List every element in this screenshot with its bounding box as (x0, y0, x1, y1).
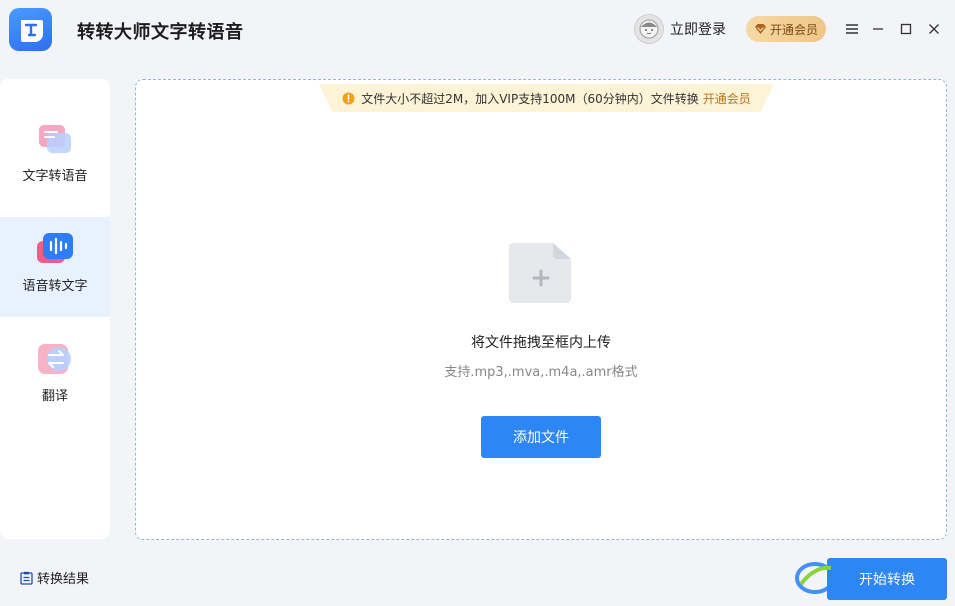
upload-drop-zone[interactable]: 文件大小不超过2M，加入VIP支持100M（60分钟内）文件转换 开通会员 将文… (135, 79, 947, 540)
size-notice: 文件大小不超过2M，加入VIP支持100M（60分钟内）文件转换 开通会员 (319, 84, 774, 112)
vip-label: 开通会员 (769, 22, 818, 37)
sidebar-item-speech-to-text[interactable]: 语音转文字 (0, 217, 110, 317)
sidebar-item-label: 文字转语音 (22, 169, 88, 184)
user-face-icon (639, 19, 659, 39)
supported-formats: 支持.mp3,.mva,.m4a,.amr格式 (444, 365, 638, 380)
conversion-results-label: 转换结果 (37, 572, 90, 587)
add-file-icon (509, 243, 571, 303)
clipboard-icon (20, 571, 33, 585)
sidebar-item-label: 翻译 (41, 389, 68, 404)
maximize-icon[interactable] (895, 18, 917, 40)
speech-to-text-icon (37, 233, 73, 263)
login-button[interactable]: 立即登录 (634, 14, 726, 44)
text-to-speech-icon (39, 125, 71, 153)
translate-icon (38, 344, 71, 374)
app-title: 转转大师文字转语音 (77, 22, 244, 43)
login-label: 立即登录 (670, 22, 726, 38)
sidebar: 文字转语音 语音转文字 翻译 (0, 79, 110, 539)
sidebar-item-translate[interactable]: 翻译 (0, 327, 110, 427)
app-logo (9, 8, 52, 51)
drop-title: 将文件拖拽至框内上传 (471, 335, 611, 351)
close-icon[interactable] (923, 18, 945, 40)
conversion-results-link[interactable]: 转换结果 (20, 568, 89, 587)
vip-button[interactable]: 开通会员 (746, 16, 826, 42)
avatar (634, 14, 664, 44)
minimize-icon[interactable] (867, 18, 889, 40)
sidebar-item-text-to-speech[interactable]: 文字转语音 (0, 107, 110, 207)
menu-icon[interactable] (841, 18, 863, 40)
notice-text: 文件大小不超过2M，加入VIP支持100M（60分钟内）文件转换 (361, 91, 699, 106)
add-file-button[interactable]: 添加文件 (481, 416, 601, 458)
diamond-icon (754, 24, 766, 34)
sidebar-item-label: 语音转文字 (22, 279, 88, 294)
start-convert-button[interactable]: 开始转换 (827, 558, 947, 600)
warning-icon (342, 92, 355, 104)
notice-vip-link[interactable]: 开通会员 (703, 90, 751, 107)
title-bar: 转转大师文字转语音 立即登录 开通会员 (0, 0, 955, 60)
